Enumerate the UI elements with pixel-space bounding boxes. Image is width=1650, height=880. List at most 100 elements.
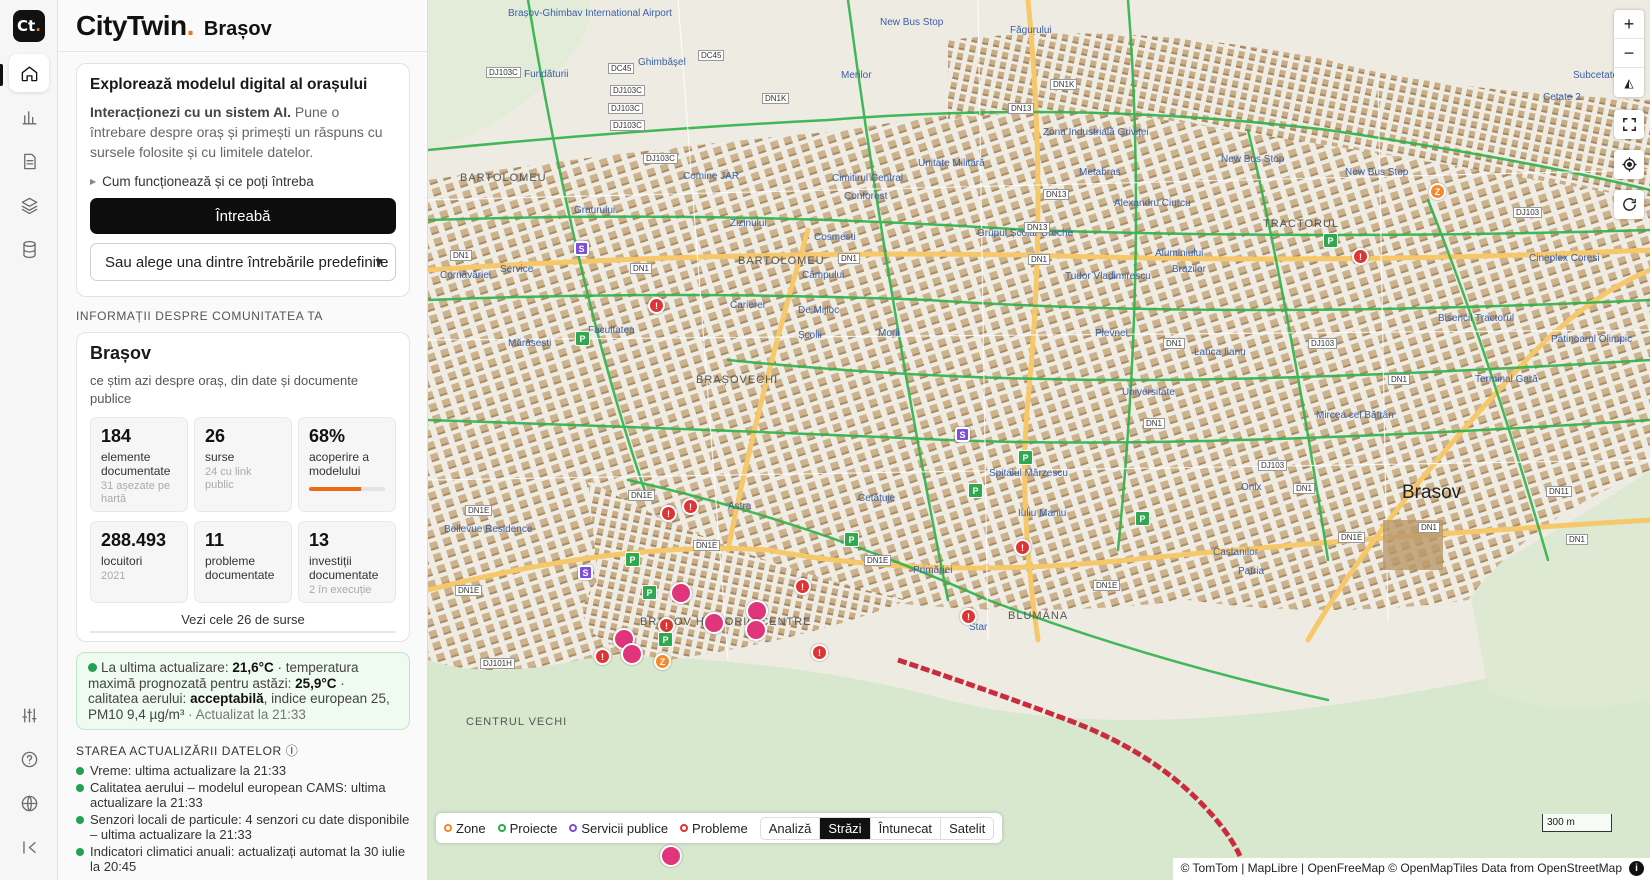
legend-label: Probleme (692, 820, 748, 836)
public-service-marker[interactable]: S (574, 241, 589, 256)
problem-marker[interactable]: ! (660, 505, 677, 522)
map-place-label: Bisericii Tractorul (1438, 313, 1515, 324)
stat-number: 13 (309, 530, 330, 550)
district-label: BARTOLOMEU (738, 255, 825, 267)
public-service-marker[interactable]: S (955, 427, 970, 442)
highlight-marker[interactable] (660, 845, 682, 867)
nav-help[interactable] (9, 740, 49, 778)
zoom-out-button[interactable]: − (1614, 39, 1644, 68)
project-marker[interactable]: P (625, 552, 640, 567)
style-analysis-button[interactable]: Analiză (761, 817, 821, 839)
stat-card[interactable]: 11 probleme documentate (194, 521, 292, 603)
stat-number: 11 (205, 530, 225, 550)
style-satellite-button[interactable]: Satelit (941, 818, 993, 839)
problem-marker[interactable]: ! (1014, 539, 1031, 556)
city-label: Brasov (1402, 482, 1462, 503)
help-icon (21, 751, 37, 767)
zoom-in-button[interactable]: + (1614, 10, 1644, 39)
map-place-label: Metabras (1079, 167, 1121, 178)
nav-collapse[interactable] (9, 828, 49, 866)
problem-marker[interactable]: ! (682, 498, 699, 515)
legend-zones[interactable]: Zone (444, 821, 486, 836)
problem-marker[interactable]: ! (594, 648, 611, 665)
road-shield: DC45 (608, 63, 635, 74)
document-icon (23, 153, 36, 169)
public-service-marker[interactable]: S (578, 565, 593, 580)
problem-marker[interactable]: ! (960, 608, 977, 625)
map-place-label: Astra (728, 501, 752, 512)
problem-marker[interactable]: ! (648, 297, 665, 314)
database-icon (22, 240, 36, 258)
project-marker[interactable]: P (1135, 511, 1150, 526)
stat-number: 184 (101, 426, 132, 446)
reset-view-button[interactable] (1614, 190, 1644, 219)
view-sources-link[interactable]: Vezi cele 26 de surse (90, 612, 396, 627)
highlight-marker[interactable] (621, 643, 643, 665)
predefined-questions-select[interactable]: Sau alege una dintre întrebările predefi… (90, 243, 396, 281)
active-marker (0, 64, 3, 86)
locate-button[interactable] (1614, 150, 1644, 179)
project-marker[interactable]: P (575, 331, 590, 346)
app-logo[interactable]: Ct. (13, 10, 45, 42)
road-shield: DN1 (630, 263, 653, 274)
style-dark-button[interactable]: Întunecat (871, 817, 942, 839)
map-scale: 300 m (1542, 814, 1612, 832)
fullscreen-button[interactable] (1614, 110, 1644, 139)
problem-marker[interactable]: ! (811, 644, 828, 661)
nav-language[interactable] (9, 784, 49, 822)
nav-data[interactable] (9, 230, 49, 268)
map-place-label: Cimitirul Central (832, 173, 904, 184)
highlight-marker[interactable] (703, 612, 725, 634)
nav-rail: Ct. (0, 0, 58, 880)
stat-note: 31 așezate pe hartă (101, 480, 171, 505)
fullscreen-icon (1622, 118, 1636, 131)
stats-grid: 184 elemente documentate 31 așezate pe h… (90, 417, 396, 603)
project-marker[interactable]: P (1018, 450, 1033, 465)
legend-projects[interactable]: Proiecte (497, 821, 557, 836)
highlight-marker[interactable] (670, 582, 692, 604)
weather-temp: 21,6°C (232, 660, 274, 675)
map-place-label: New Bus Stop (1221, 154, 1285, 165)
map-place-label: Cineplex Coresi (1529, 253, 1600, 264)
map-place-label: Școlii (798, 330, 822, 341)
road-shield: DN1 (450, 250, 473, 261)
zone-marker[interactable]: Z (1429, 183, 1446, 200)
road-shield: DN1E (465, 505, 493, 516)
stat-label: investiții documentate (309, 554, 379, 582)
stat-card[interactable]: 184 elemente documentate 31 așezate pe h… (90, 417, 188, 512)
nav-charts[interactable] (9, 98, 49, 136)
ask-button[interactable]: Întreabă (90, 198, 396, 234)
compass-button[interactable]: ◭ (1614, 68, 1644, 97)
nav-filters[interactable] (9, 696, 49, 734)
nav-documents[interactable] (9, 142, 49, 180)
stat-card[interactable]: 26 surse 24 cu link public (194, 417, 292, 512)
problem-marker[interactable]: ! (794, 578, 811, 595)
map-place-label: Cosmesti (814, 232, 856, 243)
stat-card[interactable]: 13 investiții documentate 2 în execuție (298, 521, 396, 603)
intro-bold: Interacționezi cu un sistem AI. (90, 104, 291, 120)
project-marker[interactable]: P (642, 585, 657, 600)
brand-header: CityTwin. Brașov (76, 10, 272, 42)
legend-public-services[interactable]: Servicii publice (569, 821, 668, 836)
map-place-label: Service (500, 264, 534, 275)
legend-problems[interactable]: Probleme (680, 821, 748, 836)
data-status-list: Vreme: ultima actualizare la 21:33 Calit… (76, 763, 412, 876)
nav-layers[interactable] (9, 186, 49, 224)
zone-marker[interactable]: Z (654, 653, 671, 670)
stat-card[interactable]: 288.493 locuitori 2021 (90, 521, 188, 603)
style-streets-button[interactable]: Străzi (820, 817, 871, 839)
project-marker[interactable]: P (658, 632, 673, 647)
nav-home[interactable] (9, 54, 49, 92)
project-marker[interactable]: P (1323, 233, 1338, 248)
district-label: TRACTORUL (1263, 218, 1340, 230)
map-view[interactable]: Brașov-Ghimbav International Airport Fund… (428, 0, 1650, 880)
info-icon[interactable]: i (1629, 861, 1644, 876)
project-marker[interactable]: P (968, 483, 983, 498)
compass-icon: ◭ (1624, 75, 1634, 90)
stat-card[interactable]: 68% acoperire a modelului (298, 417, 396, 512)
highlight-marker[interactable] (745, 619, 767, 641)
problem-marker[interactable]: ! (1352, 248, 1369, 265)
howto-toggle[interactable]: ▶ Cum funcționează și ce poți întreba (90, 174, 396, 189)
project-marker[interactable]: P (844, 532, 859, 547)
map-place-label: Alexandru Ciurcu (1114, 198, 1191, 209)
